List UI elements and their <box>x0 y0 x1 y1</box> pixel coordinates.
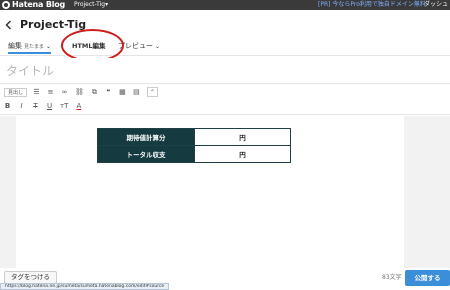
table-row: 期待値計算分 円 <box>97 128 291 146</box>
blog-title: Project-Tig <box>20 18 87 31</box>
table-row-value: 円 <box>194 145 291 163</box>
article-title-input[interactable] <box>0 58 450 84</box>
table-row: トータル収支 円 <box>97 145 291 163</box>
toolbar-row-1: 見出し ☰ ≡ ∞ ⛓ ⧉ ❝ ▦ ▤ ⌃ <box>4 86 165 98</box>
tab-edit-mode: 見たまま <box>24 44 44 50</box>
bold-icon[interactable]: B <box>4 100 11 112</box>
embed-icon[interactable]: ⧉ <box>91 86 98 98</box>
hatena-blog-logo[interactable]: Hatena Blog <box>2 0 65 10</box>
table-row-value: 円 <box>194 128 291 146</box>
special-character-icon[interactable]: ▤ <box>133 86 140 98</box>
table-row-label: トータル収支 <box>97 145 195 163</box>
dashboard-link[interactable]: ダッシュ <box>424 0 448 10</box>
italic-icon[interactable]: I <box>18 100 25 112</box>
tab-preview[interactable]: プレビュー ⌄ <box>118 38 160 54</box>
character-count: 83文字 <box>382 274 402 281</box>
browser-status-url: https://blog.hatena.ne.jp/sumeta/sumeta.… <box>0 283 170 290</box>
hatena-logo-icon <box>2 1 10 9</box>
top-navigation-bar: Hatena Blog Project-Tig▾ [PR] 今ならPro利用で独… <box>0 0 450 10</box>
underline-icon[interactable]: U <box>46 100 53 112</box>
brand-text: Hatena Blog <box>12 0 66 9</box>
unlink-icon[interactable]: ⛓ <box>75 86 84 98</box>
summary-table: 期待値計算分 円 トータル収支 円 <box>97 128 291 163</box>
text-color-icon[interactable]: A <box>75 100 82 112</box>
quote-icon[interactable]: ❝ <box>105 86 112 98</box>
publish-button[interactable]: 公開する <box>405 270 450 286</box>
table-row-label: 期待値計算分 <box>97 128 195 146</box>
chevron-down-icon: ⌄ <box>155 43 161 50</box>
link-icon[interactable]: ∞ <box>61 86 68 98</box>
bulleted-list-icon[interactable]: ☰ <box>33 86 40 98</box>
collapse-toolbar-icon[interactable]: ⌃ <box>146 87 158 97</box>
font-size-icon[interactable]: тT <box>60 100 68 112</box>
back-chevron-icon[interactable] <box>5 20 12 30</box>
promo-link[interactable]: [PR] 今ならPro利用で独自ドメイン無料 <box>318 0 426 10</box>
strikethrough-icon[interactable]: T <box>32 100 39 112</box>
toolbar-row-2: B I T U тT A <box>4 100 89 112</box>
tab-edit-label: 編集 <box>8 42 22 50</box>
numbered-list-icon[interactable]: ≡ <box>47 86 54 98</box>
blog-switcher[interactable]: Project-Tig▾ <box>74 0 108 10</box>
chevron-down-icon: ⌄ <box>45 43 51 50</box>
editor-toolbar: 見出し ☰ ≡ ∞ ⛓ ⧉ ❝ ▦ ▤ ⌃ B I T U тT A <box>0 85 450 115</box>
tab-edit[interactable]: 編集 見たまま ⌄ <box>8 38 51 54</box>
heading-format-select[interactable]: 見出し <box>4 87 28 97</box>
table-icon[interactable]: ▦ <box>119 86 126 98</box>
